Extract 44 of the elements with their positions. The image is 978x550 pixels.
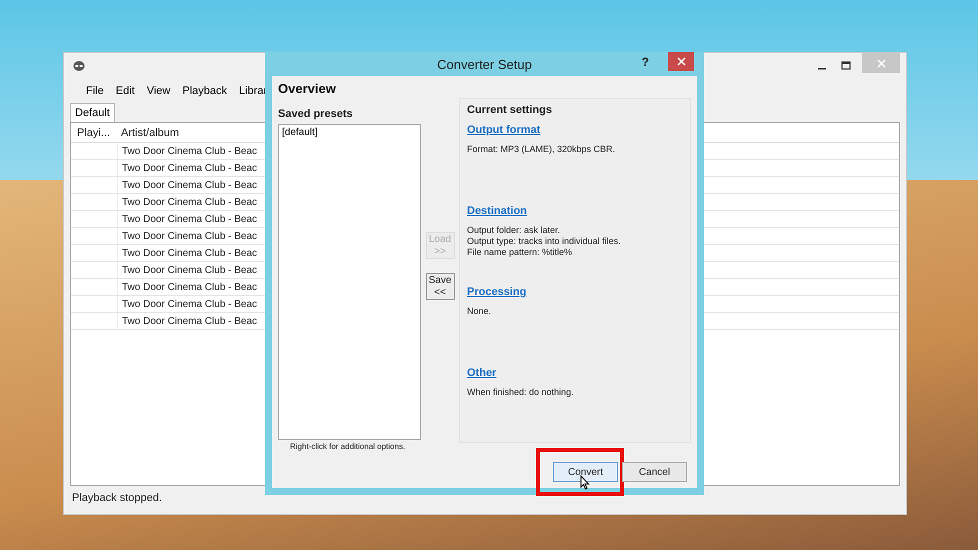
track-cell-text: Two Door Cinema Club - Beac <box>121 214 258 224</box>
dialog-button[interactable]: Cancel <box>622 462 687 482</box>
settings-text: Output folder: ask later. Output type: tracks into individual files. File name pattern: %title% <box>467 225 622 258</box>
settings-text: Format: MP3 (LAME), 320kbps CBR. <box>467 144 616 155</box>
track-cell-text: Two Door Cinema Club - Beac <box>121 316 258 326</box>
hint-text: Right-click for additional options. <box>289 442 406 451</box>
close-button[interactable] <box>668 52 694 71</box>
menu-item[interactable]: View <box>140 83 176 99</box>
track-cell-text: Two Door Cinema Club - Beac <box>121 162 258 174</box>
presets-list[interactable]: [default] <box>278 124 421 440</box>
settings-link[interactable]: Other <box>467 367 496 379</box>
status-text: Playback stopped. <box>71 491 163 506</box>
mouse-pointer-icon <box>580 474 590 490</box>
menu-item[interactable]: Edit <box>110 83 141 99</box>
menu-item[interactable]: Playback <box>176 83 233 99</box>
track-cell-text: Two Door Cinema Club - Beac <box>121 264 258 276</box>
track-cell-text: Two Door Cinema Club - Beac <box>121 146 258 156</box>
dialog-title: Converter Setup <box>437 56 532 72</box>
settings-link[interactable]: Processing <box>467 286 526 298</box>
alien-head-icon <box>73 60 85 72</box>
track-cell-text: Two Door Cinema Club - Beac <box>121 282 258 292</box>
settings-text: None. <box>467 306 492 317</box>
column-header[interactable]: Playi... <box>71 126 117 138</box>
presets-label: Saved presets <box>278 108 354 120</box>
preset-button[interactable]: Save << <box>426 273 454 300</box>
maximize-button[interactable] <box>841 61 851 71</box>
menu-item[interactable]: File <box>80 83 110 99</box>
dialog-button[interactable]: Convert <box>553 462 618 482</box>
track-cell-text: Two Door Cinema Club - Beac <box>121 298 258 310</box>
help-button[interactable]: ? <box>642 55 649 69</box>
settings-text: When finished: do nothing. <box>467 387 575 398</box>
settings-link[interactable]: Destination <box>467 205 527 217</box>
preset-item[interactable]: [default] <box>282 127 417 138</box>
section-title: Overview <box>278 81 337 96</box>
track-cell-text: Two Door Cinema Club - Beac <box>121 248 258 258</box>
track-cell-text: Two Door Cinema Club - Beac <box>121 196 258 208</box>
column-header[interactable]: Artist/album <box>117 126 180 138</box>
close-icon <box>676 57 686 66</box>
settings-title: Current settings <box>467 104 553 116</box>
settings-link[interactable]: Output format <box>467 124 540 136</box>
track-cell-text: Two Door Cinema Club - Beac <box>121 180 258 190</box>
playlist-tab[interactable]: Default <box>70 103 115 122</box>
close-icon <box>876 58 886 68</box>
track-cell-text: Two Door Cinema Club - Beac <box>121 230 258 242</box>
